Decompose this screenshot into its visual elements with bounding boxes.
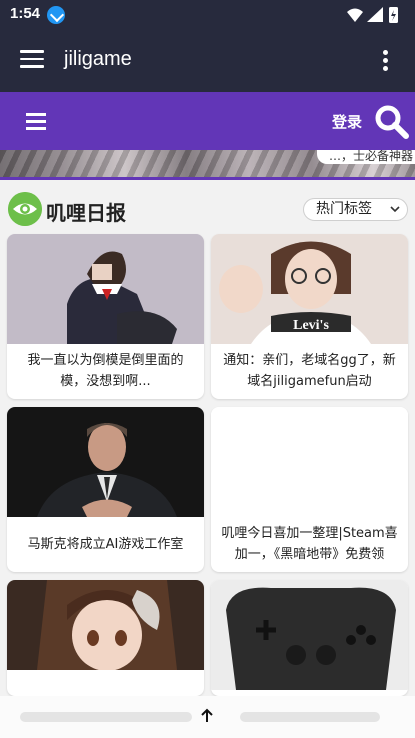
prev-article-link[interactable] bbox=[20, 712, 192, 722]
article-title: 我一直以为倒模是倒里面的模，没想到啊... bbox=[27, 353, 184, 389]
bottom-bar bbox=[0, 696, 415, 738]
login-link[interactable]: 登录 bbox=[332, 111, 362, 132]
article-thumbnail: Levi's bbox=[211, 234, 408, 344]
hot-tags-dropdown[interactable]: 热门标签 bbox=[303, 198, 408, 221]
banner-caption: …，士必备神器 bbox=[316, 150, 415, 164]
wifi-icon bbox=[347, 8, 363, 22]
banner-image[interactable]: …，士必备神器 bbox=[0, 150, 415, 180]
status-time: 1:54 bbox=[10, 5, 41, 22]
status-icons bbox=[347, 7, 398, 23]
back-to-top-icon[interactable] bbox=[199, 708, 215, 724]
article-title: 叽哩今日喜加一整理|Steam喜加一，《黑暗地带》免费领 bbox=[221, 526, 398, 562]
article-thumbnail bbox=[211, 407, 408, 517]
article-thumbnail bbox=[211, 580, 408, 690]
app-bar: jiligame bbox=[0, 30, 415, 92]
status-bar: 1:54 bbox=[0, 0, 415, 30]
article-thumbnail bbox=[7, 234, 204, 344]
site-menu-icon[interactable] bbox=[26, 113, 46, 131]
eye-icon bbox=[8, 192, 42, 226]
app-title: jiligame bbox=[64, 48, 132, 70]
more-options-icon[interactable] bbox=[383, 50, 389, 72]
section-title: 叽哩日报 bbox=[46, 201, 126, 225]
article-thumbnail bbox=[7, 407, 204, 517]
article-card[interactable]: 叽哩今日喜加一整理|Steam喜加一，《黑暗地带》免费领 bbox=[211, 407, 408, 572]
next-article-link[interactable] bbox=[240, 712, 380, 722]
signal-icon bbox=[367, 7, 383, 22]
article-card[interactable]: 我一直以为倒模是倒里面的模，没想到啊... bbox=[7, 234, 204, 399]
article-card[interactable] bbox=[211, 580, 408, 696]
hot-tags-label: 热门标签 bbox=[316, 201, 372, 217]
article-title: 马斯克将成立AI游戏工作室 bbox=[27, 537, 184, 552]
chevron-down-icon bbox=[390, 206, 400, 213]
article-card[interactable]: 马斯克将成立AI游戏工作室 bbox=[7, 407, 204, 572]
article-card[interactable]: Levi's 通知：亲们，老域名gg了，新域名jiligamefun启动 bbox=[211, 234, 408, 399]
site-nav-bar: 登录 bbox=[0, 92, 415, 150]
app-menu-icon[interactable] bbox=[20, 50, 44, 68]
svg-text:Levi's: Levi's bbox=[293, 318, 329, 333]
article-title: 通知：亲们，老域名gg了，新域名jiligamefun启动 bbox=[223, 353, 396, 389]
section-header: 叽哩日报 热门标签 bbox=[0, 180, 415, 234]
article-card[interactable] bbox=[7, 580, 204, 696]
download-icon bbox=[47, 6, 65, 24]
article-thumbnail bbox=[7, 580, 204, 670]
search-icon[interactable] bbox=[374, 104, 410, 140]
